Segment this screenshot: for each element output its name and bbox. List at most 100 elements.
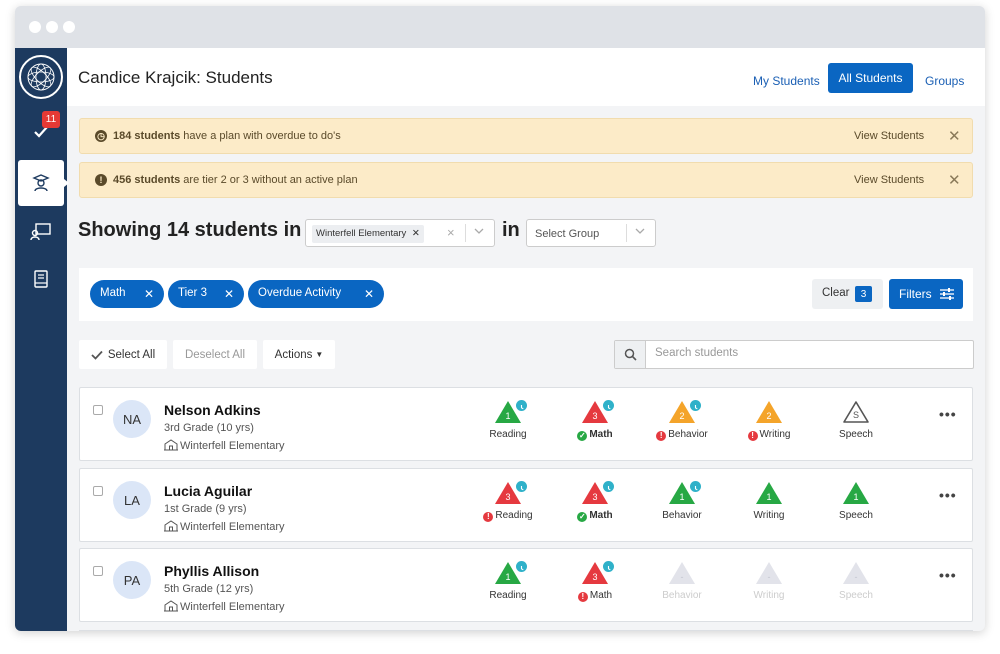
alert-tier: ! 456 students are tier 2 or 3 without a… [79, 162, 973, 198]
check-circle-icon: ✓ [577, 512, 588, 522]
chevron-down-icon[interactable] [474, 227, 484, 238]
actions-dropdown[interactable]: Actions ▼ [263, 340, 335, 369]
subject-speech[interactable]: 1 Speech [816, 481, 896, 533]
row-checkbox[interactable] [93, 566, 103, 576]
subject-label: ✓ Math [555, 510, 635, 522]
table-row[interactable]: PA Phyllis Allison 5th Grade (12 yrs) Winte… [79, 548, 973, 622]
nav-library[interactable] [15, 256, 67, 302]
alert-text: have a plan with overdue to do's [180, 130, 341, 142]
app-logo[interactable] [19, 55, 63, 99]
table-row[interactable]: LA Lucia Aguilar 1st Grade (9 yrs) Winterfe… [79, 468, 973, 542]
subject-reading[interactable]: 1 Reading [468, 561, 548, 613]
clear-filters-button[interactable]: Clear 3 [812, 279, 883, 309]
view-students-link[interactable]: View Students [854, 130, 924, 142]
close-icon[interactable]: ✕ [948, 127, 961, 145]
subject-label: Behavior [642, 510, 722, 521]
filters-button[interactable]: Filters [889, 279, 963, 309]
filter-chip-overdue[interactable]: Overdue Activity ✕ [248, 280, 384, 308]
deselect-all-button[interactable]: Deselect All [173, 340, 257, 369]
student-school: Winterfell Elementary [164, 439, 285, 452]
nav-tasks[interactable]: 11 [15, 109, 67, 155]
clear-icon[interactable]: × [447, 225, 455, 240]
filter-chip-math[interactable]: Math ✕ [90, 280, 164, 308]
tier-value: 1 [505, 411, 510, 421]
table-row[interactable]: NA Nelson Adkins 3rd Grade (10 yrs) Winterf… [79, 387, 973, 461]
student-icon [32, 174, 50, 192]
student-grade: 3rd Grade (10 yrs) [164, 422, 254, 434]
remove-icon[interactable]: ✕ [364, 287, 374, 301]
subject-math[interactable]: 3 ✓ Math [555, 481, 635, 533]
subject-label: Speech [816, 510, 896, 521]
school-chip: Winterfell Elementary ✕ [312, 225, 424, 243]
clock-icon [516, 400, 527, 411]
subject-behavior[interactable]: - Behavior [642, 561, 722, 613]
filter-chip-tier[interactable]: Tier 3 ✕ [168, 280, 244, 308]
chevron-down-icon[interactable] [635, 227, 645, 238]
subject-writing[interactable]: 1 Writing [729, 481, 809, 533]
subject-writing[interactable]: - Writing [729, 561, 809, 613]
main-content: Candice Krajcik: Students My Students Al… [67, 48, 985, 631]
tab-groups[interactable]: Groups [925, 74, 964, 88]
alert-circle-icon: ! [656, 431, 667, 441]
table-row [79, 630, 973, 631]
tier-triangle-icon: - [756, 562, 782, 584]
group-select[interactable]: Select Group [526, 219, 656, 247]
subject-speech[interactable]: - Speech [816, 561, 896, 613]
subject-speech[interactable]: S Speech [816, 400, 896, 452]
clock-icon [516, 561, 527, 572]
subject-behavior[interactable]: 2! Behavior [642, 400, 722, 452]
row-checkbox[interactable] [93, 486, 103, 496]
search-icon[interactable] [615, 341, 646, 368]
more-options-icon[interactable]: ••• [939, 487, 957, 503]
search-input[interactable] [655, 347, 955, 359]
student-name[interactable]: Lucia Aguilar [164, 483, 252, 499]
subject-name: Speech [839, 510, 873, 521]
subject-math[interactable]: 3! Math [555, 561, 635, 613]
more-options-icon[interactable]: ••• [939, 567, 957, 583]
close-icon[interactable]: ✕ [948, 171, 961, 189]
school-select[interactable]: Winterfell Elementary ✕ × [305, 219, 495, 247]
window-dot[interactable] [63, 21, 75, 33]
tier-value: 2 [766, 411, 771, 421]
subject-reading[interactable]: 1 Reading [468, 400, 548, 452]
student-name[interactable]: Nelson Adkins [164, 402, 261, 418]
clock-icon [690, 400, 701, 411]
subject-behavior[interactable]: 1 Behavior [642, 481, 722, 533]
school-name: Winterfell Elementary [180, 440, 285, 452]
remove-icon[interactable]: ✕ [224, 287, 234, 301]
row-checkbox[interactable] [93, 405, 103, 415]
student-school: Winterfell Elementary [164, 520, 285, 533]
subject-writing[interactable]: 2 ! Writing [729, 400, 809, 452]
school-chip-label: Winterfell Elementary [316, 228, 407, 239]
nav-classroom[interactable] [15, 208, 67, 254]
tier-value: 1 [766, 492, 771, 502]
select-all-button[interactable]: Select All [79, 340, 167, 369]
subject-label: ! Writing [729, 429, 809, 441]
subject-label: Behavior [642, 590, 722, 601]
filter-count-badge: 3 [855, 286, 872, 302]
checkmark-icon [91, 350, 103, 360]
filter-chip-label: Tier 3 [178, 287, 207, 299]
clock-icon [516, 481, 527, 492]
book-icon [34, 270, 48, 288]
subject-reading[interactable]: 3! Reading [468, 481, 548, 533]
more-options-icon[interactable]: ••• [939, 406, 957, 422]
subject-name: Behavior [662, 590, 702, 601]
remove-icon[interactable]: ✕ [412, 228, 420, 239]
student-school: Winterfell Elementary [164, 600, 285, 613]
window-dot[interactable] [29, 21, 41, 33]
subject-math[interactable]: 3 ✓ Math [555, 400, 635, 452]
clock-icon [603, 481, 614, 492]
student-grade: 1st Grade (9 yrs) [164, 503, 247, 515]
school-icon [164, 520, 178, 532]
clear-label: Clear [822, 287, 850, 299]
school-name: Winterfell Elementary [180, 521, 285, 533]
sliders-icon [940, 288, 954, 303]
remove-icon[interactable]: ✕ [144, 287, 154, 301]
view-students-link[interactable]: View Students [854, 174, 924, 186]
tab-my-students[interactable]: My Students [753, 74, 820, 88]
student-name[interactable]: Phyllis Allison [164, 563, 259, 579]
window-dot[interactable] [46, 21, 58, 33]
nav-students[interactable] [18, 160, 69, 206]
tab-all-students[interactable]: All Students [828, 63, 913, 93]
